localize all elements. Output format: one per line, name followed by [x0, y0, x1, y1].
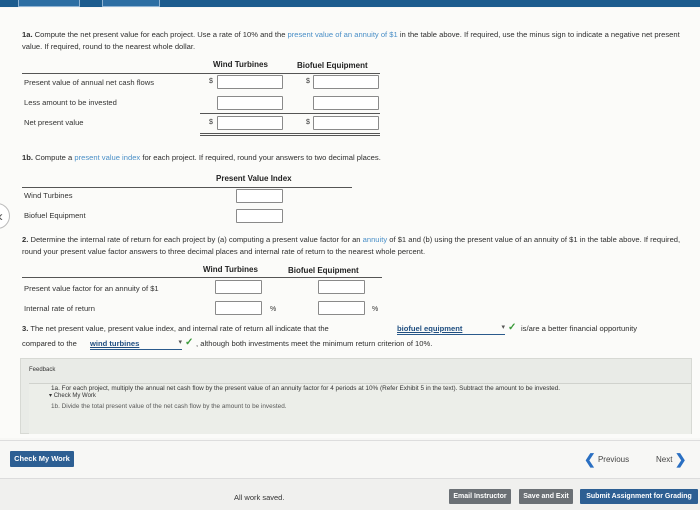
better-opportunity-dropdown[interactable]: biofuel equipment ▾: [397, 324, 505, 335]
row-label-wind-turbines: Wind Turbines: [24, 191, 73, 200]
question-text: Determine the internal rate of return fo…: [28, 235, 363, 244]
glossary-link[interactable]: present value index: [74, 153, 140, 162]
wind-pv-index-input[interactable]: [236, 189, 283, 203]
feedback-title: Feedback: [29, 367, 56, 373]
previous-button[interactable]: ❮ Previous: [584, 451, 629, 468]
question-text: Compute the net present value for each p…: [32, 30, 288, 39]
question-2-text: 2. Determine the internal rate of return…: [22, 234, 690, 258]
biofuel-pv-cash-flows-input[interactable]: [313, 75, 379, 89]
question-text: Compute a: [32, 153, 75, 162]
check-my-work-label: Check My Work: [53, 393, 96, 399]
chevron-left-icon: ‹: [0, 208, 3, 225]
percent-sign: %: [372, 306, 379, 313]
chevron-right-icon: ❯: [674, 451, 687, 467]
wind-pv-factor-input[interactable]: [215, 280, 262, 294]
feedback-hint-1a: 1a. For each project, multiply the annua…: [51, 385, 561, 392]
question-text: The net present value, present value ind…: [28, 324, 329, 333]
question-3-text-d: , although both investments meet the min…: [196, 339, 433, 348]
row-label-pv-cash-flows: Present value of annual net cash flows: [24, 78, 155, 87]
question-1a-text: 1a. Compute the net present value for ea…: [22, 29, 682, 53]
compared-to-dropdown[interactable]: wind turbines ▾: [90, 339, 182, 350]
footer-bar: All work saved. Email Instructor Save an…: [0, 478, 700, 510]
percent-sign: %: [270, 306, 277, 313]
chevron-down-icon: ▾: [501, 324, 505, 331]
currency-symbol: $: [306, 119, 310, 126]
total-rule: [200, 133, 380, 134]
table-header-rule: [22, 187, 352, 188]
feedback-panel: Feedback ▾ Check My Work 1a. For each pr…: [20, 358, 692, 434]
column-header-biofuel: Biofuel Equipment: [288, 266, 359, 275]
save-and-exit-button[interactable]: Save and Exit: [519, 489, 573, 504]
question-1b-text: 1b. Compute a present value index for ea…: [22, 152, 682, 164]
dropdown-value: biofuel equipment: [397, 324, 463, 333]
column-header-wind: Wind Turbines: [213, 60, 268, 69]
row-label-irr: Internal rate of return: [24, 304, 95, 313]
wind-amount-invested-input[interactable]: [217, 96, 283, 110]
biofuel-npv-input[interactable]: [313, 116, 379, 130]
question-text: for each project. If required, round you…: [140, 153, 381, 162]
question-3-text-c: compared to the: [22, 339, 77, 348]
wind-irr-input[interactable]: [215, 301, 262, 315]
email-instructor-button[interactable]: Email Instructor: [449, 489, 511, 504]
question-3-line-1: 3. The net present value, present value …: [22, 323, 329, 335]
biofuel-pv-factor-input[interactable]: [318, 280, 365, 294]
previous-part-arrow[interactable]: ‹: [0, 203, 10, 229]
next-label: Next: [656, 455, 673, 464]
dropdown-value: wind turbines: [90, 339, 140, 348]
check-my-work-toggle[interactable]: ▾ Check My Work: [49, 392, 96, 399]
wind-npv-input[interactable]: [217, 116, 283, 130]
table-header-rule: [22, 277, 382, 278]
biofuel-amount-invested-input[interactable]: [313, 96, 379, 110]
currency-symbol: $: [306, 78, 310, 85]
question-number: 1b.: [22, 153, 33, 162]
question-3-text-b: is/are a better financial opportunity: [521, 324, 638, 333]
top-bar: [0, 0, 700, 7]
correct-check-icon: ✓: [185, 337, 194, 348]
row-label-amount-invested: Less amount to be invested: [24, 98, 117, 107]
table-header-rule: [22, 73, 380, 74]
glossary-link[interactable]: annuity: [363, 235, 388, 244]
wind-pv-cash-flows-input[interactable]: [217, 75, 283, 89]
submit-assignment-button[interactable]: Submit Assignment for Grading: [580, 489, 698, 504]
row-label-pv-factor: Present value factor for an annuity of $…: [24, 284, 159, 293]
column-header-biofuel: Biofuel Equipment: [297, 61, 368, 70]
row-label-biofuel-equipment: Biofuel Equipment: [24, 211, 86, 220]
column-header-pv-index: Present Value Index: [216, 174, 292, 183]
divider: [0, 440, 700, 441]
chevron-down-icon: ▾: [178, 339, 182, 346]
next-button[interactable]: Next ❯: [656, 451, 686, 468]
subtotal-rule: [200, 113, 380, 114]
total-rule-double: [200, 135, 380, 136]
top-tab[interactable]: [18, 0, 80, 7]
feedback-hint-1b: 1b. Divide the total present value of th…: [51, 403, 287, 410]
biofuel-irr-input[interactable]: [318, 301, 365, 315]
currency-symbol: $: [209, 78, 213, 85]
question-number: 1a.: [22, 30, 33, 39]
correct-check-icon: ✓: [508, 322, 517, 333]
top-tab[interactable]: [102, 0, 160, 7]
column-header-wind: Wind Turbines: [203, 265, 258, 274]
currency-symbol: $: [209, 119, 213, 126]
check-my-work-button[interactable]: Check My Work: [10, 451, 74, 467]
row-label-npv: Net present value: [24, 118, 84, 127]
previous-label: Previous: [597, 455, 630, 464]
biofuel-pv-index-input[interactable]: [236, 209, 283, 223]
save-status: All work saved.: [234, 493, 285, 502]
chevron-left-icon: ❮: [584, 451, 596, 467]
glossary-link[interactable]: present value of an annuity of $1: [288, 30, 398, 39]
